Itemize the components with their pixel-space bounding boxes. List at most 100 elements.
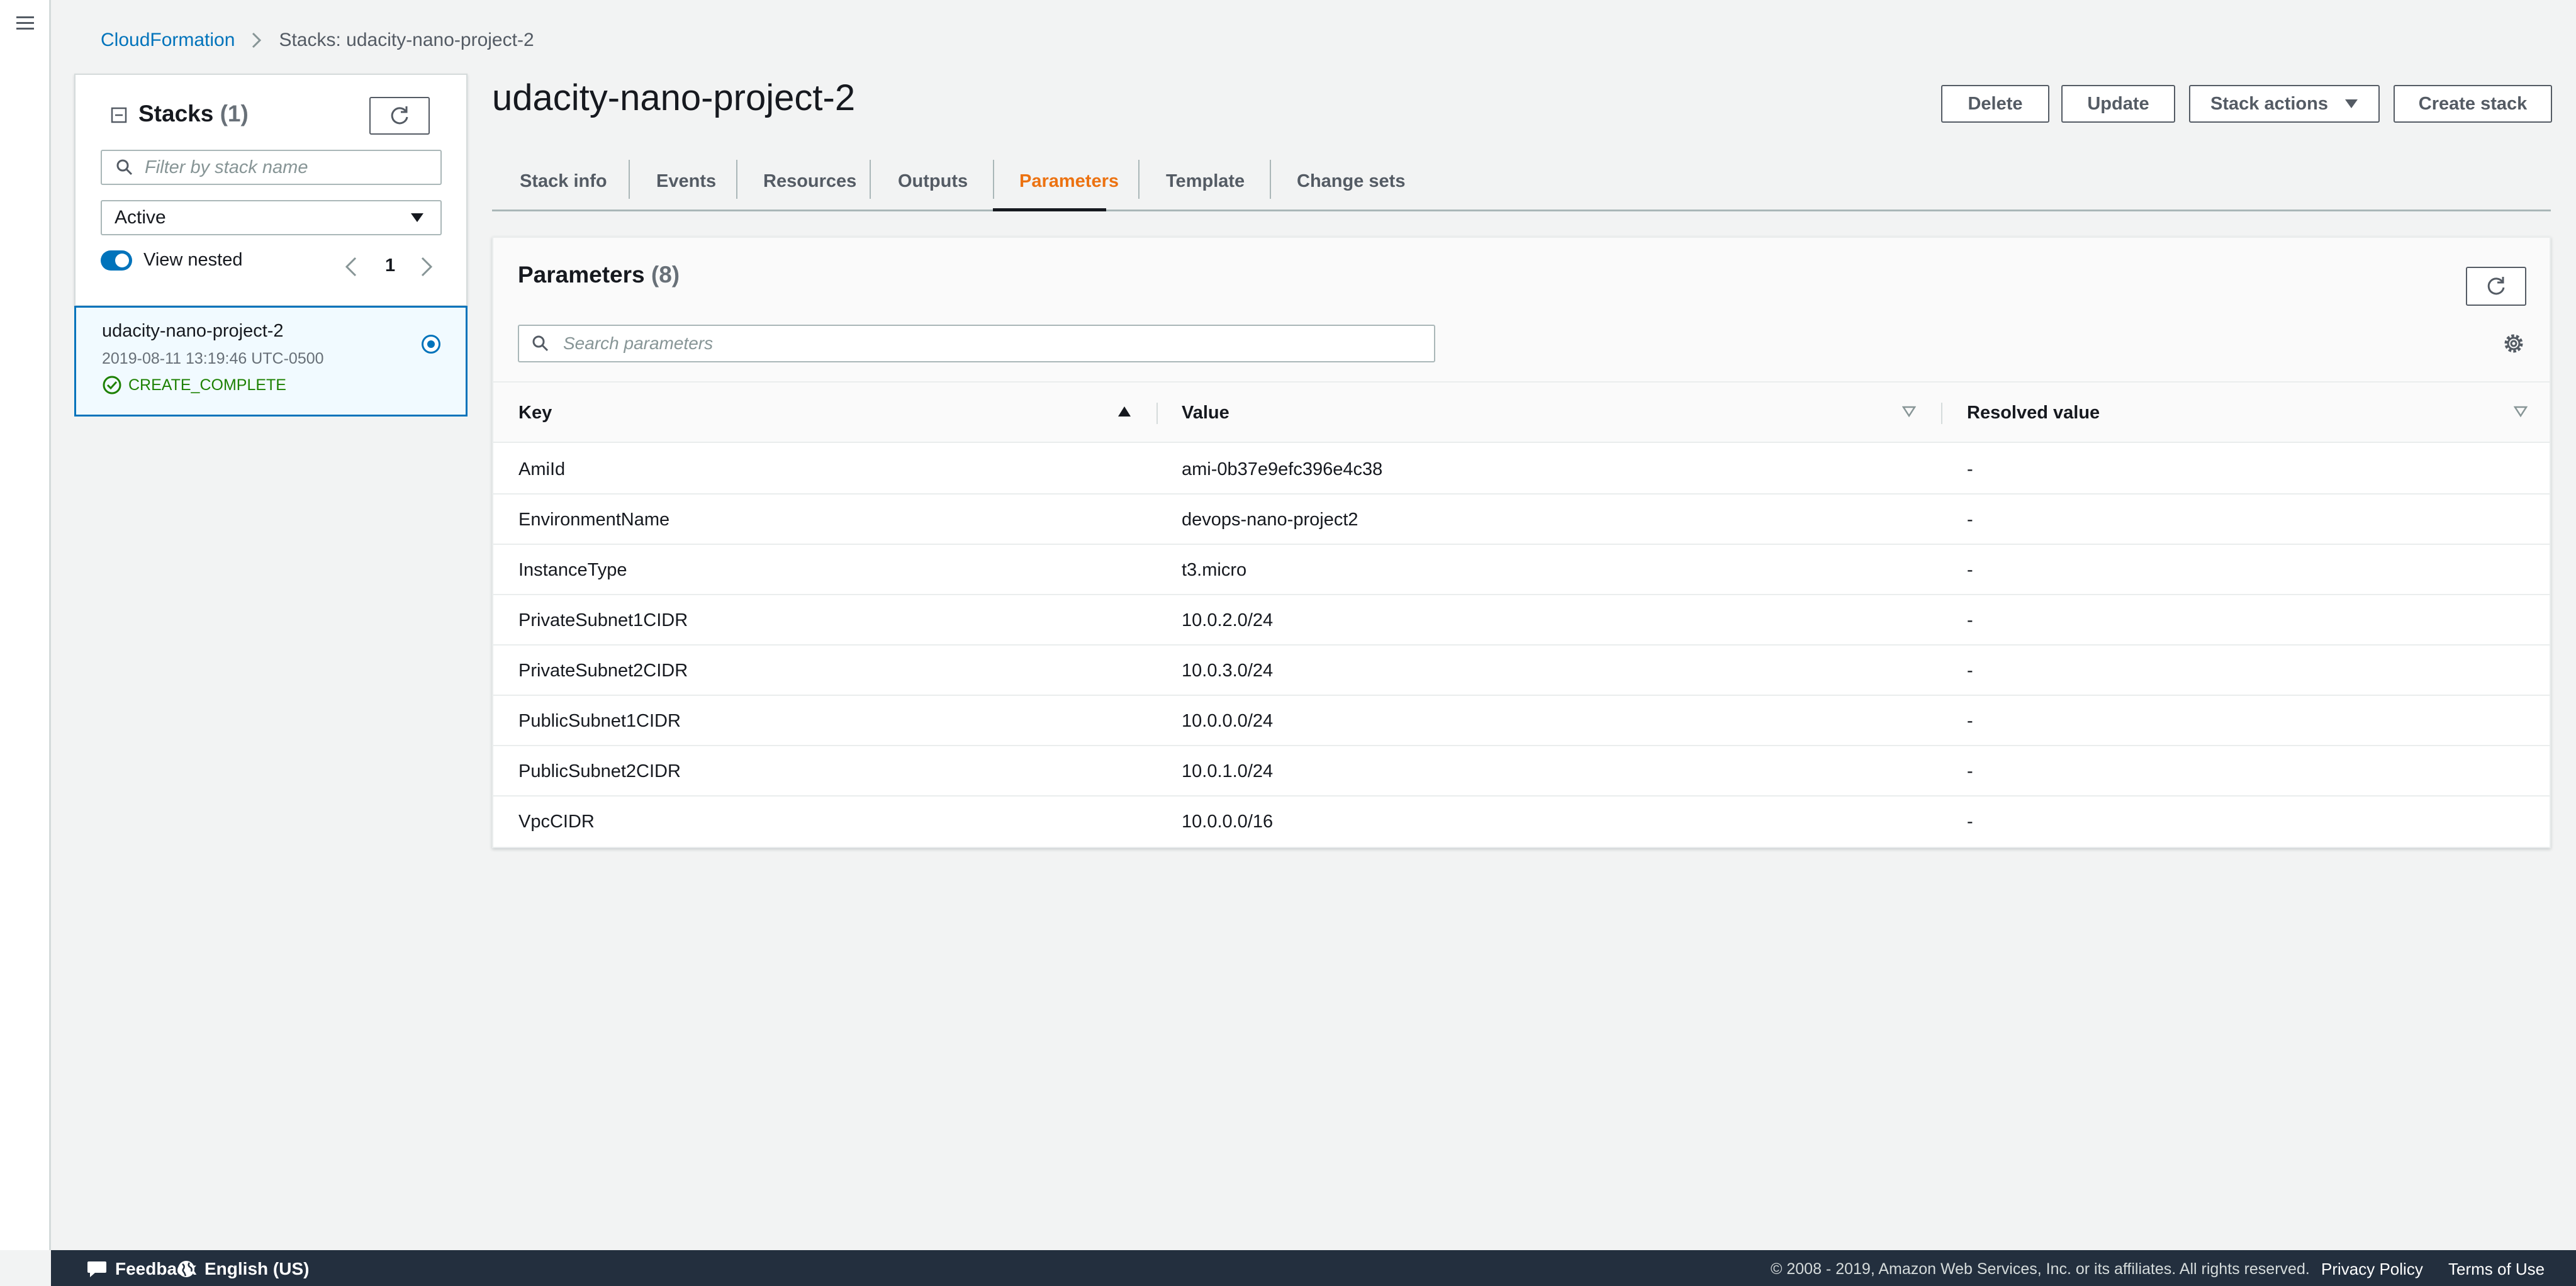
parameters-search-field[interactable] bbox=[518, 325, 1435, 362]
table-row: VpcCIDR 10.0.0.0/16 - bbox=[493, 797, 2550, 847]
cell-key: EnvironmentName bbox=[518, 509, 670, 530]
tab-divider bbox=[629, 160, 630, 199]
column-divider bbox=[1941, 403, 1942, 424]
language-selector[interactable]: English (US) bbox=[177, 1259, 309, 1279]
stacks-count: (1) bbox=[220, 101, 249, 126]
column-divider bbox=[1156, 403, 1158, 424]
speech-bubble-icon bbox=[87, 1261, 106, 1277]
sort-icon[interactable] bbox=[2514, 405, 2528, 418]
view-nested-toggle[interactable] bbox=[101, 250, 132, 271]
collapse-panel-icon[interactable] bbox=[111, 107, 127, 123]
parameters-title: Parameters (8) bbox=[518, 262, 680, 288]
footer-bar: Feedback English (US) © 2008 - 2019, Ama… bbox=[51, 1250, 2576, 1286]
status-filter-value: Active bbox=[115, 207, 166, 228]
tab-divider bbox=[870, 160, 871, 199]
breadcrumb-current: Stacks: udacity-nano-project-2 bbox=[279, 30, 534, 50]
tab-resources[interactable]: Resources bbox=[763, 151, 856, 211]
parameters-search-input[interactable] bbox=[563, 333, 1406, 354]
tab-bar: Stack info Events Resources Outputs Para… bbox=[492, 151, 2551, 211]
breadcrumb: CloudFormation Stacks: udacity-nano-proj… bbox=[101, 28, 534, 53]
cell-key: InstanceType bbox=[518, 559, 627, 580]
tab-divider bbox=[1270, 160, 1271, 199]
cell-key: PublicSubnet2CIDR bbox=[518, 761, 681, 781]
view-nested-label: View nested bbox=[143, 250, 243, 270]
cell-value: ami-0b37e9efc396e4c38 bbox=[1182, 459, 1383, 479]
cell-value: 10.0.2.0/24 bbox=[1182, 610, 1274, 630]
cell-key: PublicSubnet1CIDR bbox=[518, 710, 681, 731]
stack-actions-label: Stack actions bbox=[2210, 93, 2328, 114]
stack-select-radio[interactable] bbox=[422, 335, 440, 354]
tab-parameters[interactable]: Parameters bbox=[1019, 151, 1119, 211]
chevron-right-icon bbox=[252, 32, 262, 48]
cell-resolved-value: - bbox=[1967, 811, 1973, 832]
stack-filter-field[interactable] bbox=[101, 150, 442, 185]
next-page-icon[interactable] bbox=[419, 255, 434, 278]
column-header-value[interactable]: Value bbox=[1182, 383, 1229, 443]
cell-resolved-value: - bbox=[1967, 559, 1973, 580]
update-button[interactable]: Update bbox=[2061, 85, 2175, 123]
stack-name: udacity-nano-project-2 bbox=[102, 321, 284, 341]
cell-key: AmiId bbox=[518, 459, 566, 479]
cell-key: PrivateSubnet1CIDR bbox=[518, 610, 688, 630]
previous-page-icon[interactable] bbox=[344, 255, 359, 278]
tab-events[interactable]: Events bbox=[656, 151, 716, 211]
tab-divider bbox=[993, 160, 994, 199]
tab-stack-info[interactable]: Stack info bbox=[520, 151, 607, 211]
table-row: PrivateSubnet2CIDR 10.0.3.0/24 - bbox=[493, 646, 2550, 696]
tab-outputs[interactable]: Outputs bbox=[898, 151, 968, 211]
cell-resolved-value: - bbox=[1967, 509, 1973, 530]
caret-down-icon bbox=[2344, 99, 2358, 108]
cell-resolved-value: - bbox=[1967, 710, 1973, 731]
privacy-policy-link[interactable]: Privacy Policy bbox=[2321, 1260, 2423, 1279]
copyright-text: © 2008 - 2019, Amazon Web Services, Inc.… bbox=[1771, 1260, 2310, 1278]
stacks-refresh-button[interactable] bbox=[369, 97, 430, 135]
stack-created-time: 2019-08-11 13:19:46 UTC-0500 bbox=[102, 350, 324, 367]
active-tab-indicator bbox=[993, 208, 1106, 211]
search-icon bbox=[116, 159, 133, 176]
cell-value: 10.0.3.0/24 bbox=[1182, 660, 1274, 681]
table-row: AmiId ami-0b37e9efc396e4c38 - bbox=[493, 444, 2550, 495]
cell-value: 10.0.1.0/24 bbox=[1182, 761, 1274, 781]
hamburger-menu-icon[interactable] bbox=[14, 13, 36, 34]
refresh-icon bbox=[2487, 277, 2505, 295]
sort-icon[interactable] bbox=[1902, 405, 1916, 418]
table-row: PrivateSubnet1CIDR 10.0.2.0/24 - bbox=[493, 595, 2550, 646]
cell-key: VpcCIDR bbox=[518, 811, 595, 832]
column-header-resolved-value[interactable]: Resolved value bbox=[1967, 383, 2100, 443]
caret-down-icon bbox=[411, 213, 423, 222]
stack-actions-button[interactable]: Stack actions bbox=[2189, 85, 2380, 123]
terms-of-use-link[interactable]: Terms of Use bbox=[2448, 1260, 2545, 1279]
cell-resolved-value: - bbox=[1967, 660, 1973, 681]
status-filter-select[interactable]: Active bbox=[101, 200, 442, 235]
page-number[interactable]: 1 bbox=[385, 255, 395, 276]
cell-value: devops-nano-project2 bbox=[1182, 509, 1358, 530]
tab-template[interactable]: Template bbox=[1166, 151, 1245, 211]
cell-resolved-value: - bbox=[1967, 610, 1973, 630]
stack-status: CREATE_COMPLETE bbox=[128, 376, 286, 394]
check-circle-icon bbox=[102, 375, 122, 395]
stack-filter-input[interactable] bbox=[145, 157, 422, 178]
tab-change-sets[interactable]: Change sets bbox=[1297, 151, 1405, 211]
language-label: English (US) bbox=[204, 1259, 310, 1278]
side-rail bbox=[0, 0, 51, 1250]
delete-button[interactable]: Delete bbox=[1941, 85, 2049, 123]
stacks-title: Stacks (1) bbox=[138, 101, 249, 126]
cell-value: 10.0.0.0/16 bbox=[1182, 811, 1274, 832]
cell-resolved-value: - bbox=[1967, 761, 1973, 781]
parameters-count: (8) bbox=[651, 262, 680, 288]
table-row: PublicSubnet2CIDR 10.0.1.0/24 - bbox=[493, 746, 2550, 797]
tab-divider bbox=[1138, 160, 1140, 199]
breadcrumb-cloudformation-link[interactable]: CloudFormation bbox=[101, 30, 235, 51]
refresh-icon bbox=[391, 106, 408, 125]
sort-ascending-icon[interactable] bbox=[1117, 405, 1131, 418]
cell-key: PrivateSubnet2CIDR bbox=[518, 660, 688, 681]
table-row: InstanceType t3.micro - bbox=[493, 545, 2550, 595]
table-row: PublicSubnet1CIDR 10.0.0.0/24 - bbox=[493, 696, 2550, 746]
create-stack-button[interactable]: Create stack bbox=[2394, 85, 2552, 123]
page-title: udacity-nano-project-2 bbox=[492, 77, 856, 118]
column-header-key[interactable]: Key bbox=[518, 383, 552, 443]
cell-value: t3.micro bbox=[1182, 559, 1247, 580]
tab-divider bbox=[736, 160, 737, 199]
gear-icon[interactable] bbox=[2501, 331, 2526, 356]
parameters-refresh-button[interactable] bbox=[2466, 267, 2526, 306]
